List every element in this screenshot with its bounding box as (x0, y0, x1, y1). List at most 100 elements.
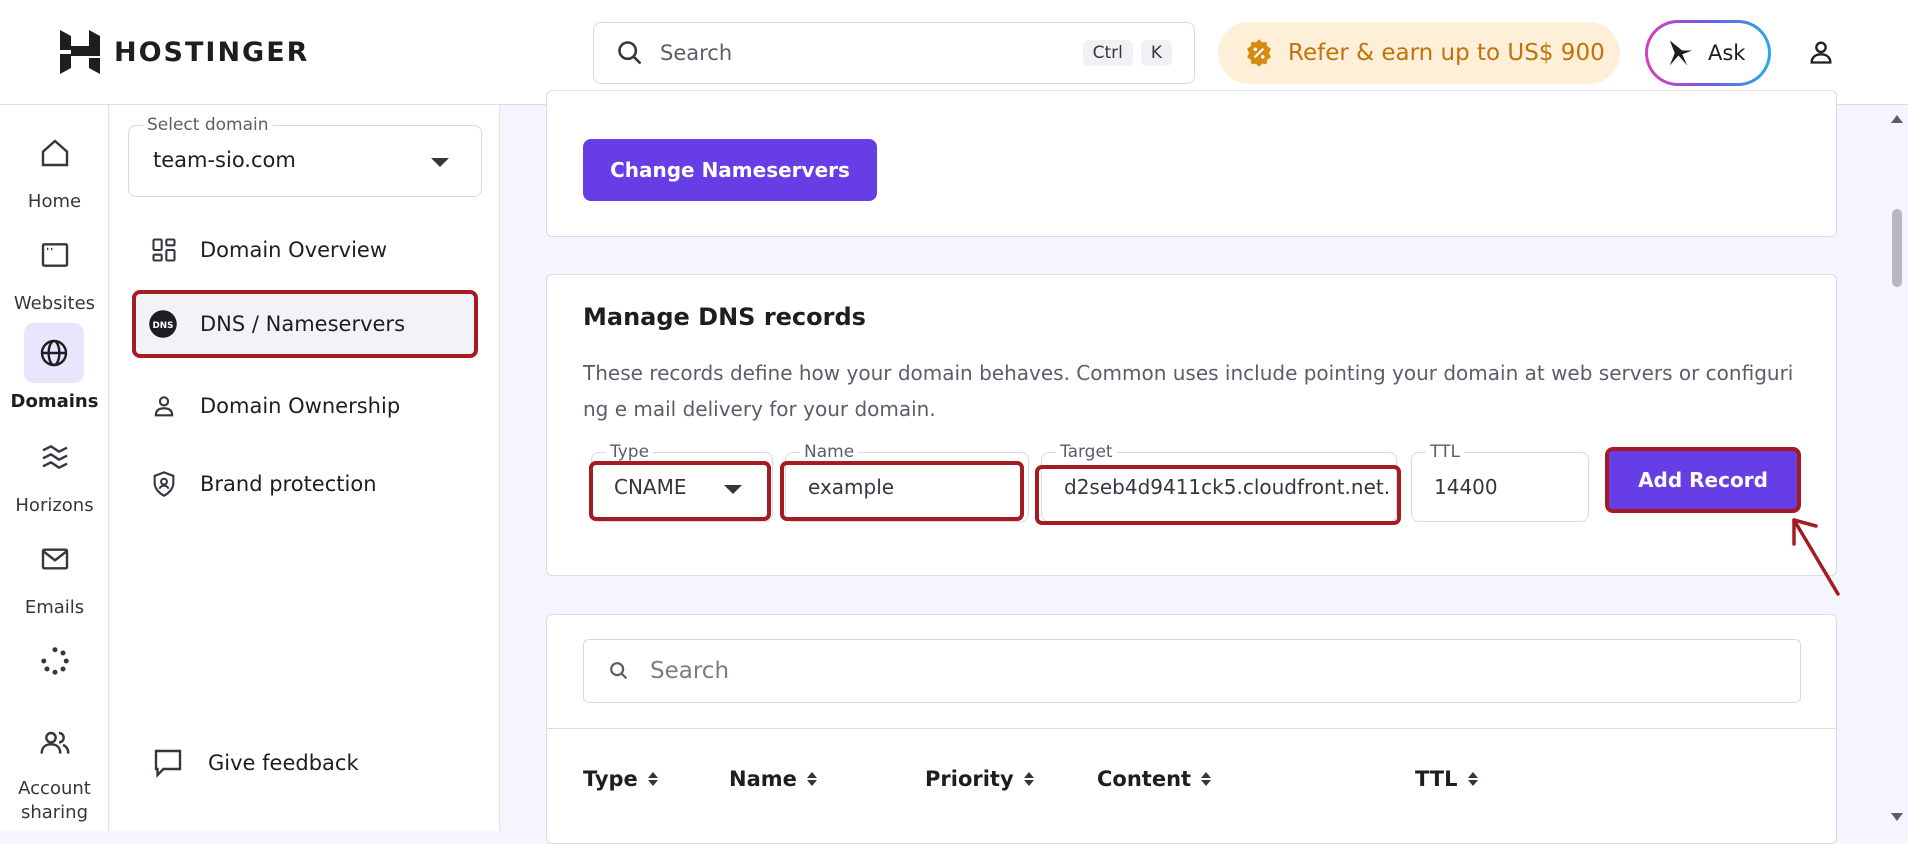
rail-item-websites[interactable]: Websites (0, 225, 109, 314)
column-header-priority[interactable]: Priority (925, 767, 1034, 791)
shield-icon (153, 471, 175, 497)
rail-label: Domains (10, 391, 99, 412)
change-nameservers-button[interactable]: Change Nameservers (583, 139, 877, 201)
sort-icon (806, 772, 817, 786)
nav-item-brand-protection[interactable]: Brand protection (134, 456, 484, 512)
name-field-label: Name (800, 442, 859, 462)
shortcut-k-key: K (1140, 40, 1172, 66)
refer-earn-button[interactable]: Refer & earn up to US$ 900 (1218, 22, 1620, 84)
global-search-input[interactable]: Search Ctrl K (593, 22, 1195, 84)
highlight-target (1035, 465, 1401, 525)
globe-icon (40, 339, 68, 367)
rail-label: Websites (13, 293, 96, 314)
horizons-icon-wrap (25, 427, 85, 487)
main-nav-rail: Home Websites Domains Horizons Emails Ac… (0, 105, 109, 831)
search-icon (610, 662, 628, 680)
nav-item-dns-nameservers[interactable]: DNS DNS / Nameservers (132, 290, 478, 358)
user-account-icon[interactable] (1807, 38, 1835, 66)
column-header-content[interactable]: Content (1097, 767, 1212, 791)
mail-icon (41, 548, 68, 570)
record-ttl-input[interactable]: TTL 14400 (1411, 442, 1589, 522)
column-header-name[interactable]: Name (729, 767, 817, 791)
search-placeholder: Search (660, 41, 733, 65)
add-record-button[interactable]: Add Record (1605, 447, 1801, 513)
column-label: Name (729, 767, 797, 791)
rail-label: Horizons (15, 495, 94, 516)
selected-domain: team-sio.com (153, 148, 296, 172)
records-search-placeholder: Search (650, 658, 730, 684)
column-label: TTL (1415, 767, 1458, 791)
rail-item-loading[interactable] (0, 631, 109, 699)
scroll-down-icon[interactable] (1891, 813, 1903, 821)
users-icon (39, 731, 70, 754)
home-icon-wrap (25, 123, 85, 183)
domain-side-nav: Select domain team-sio.com Domain Overvi… (110, 105, 500, 831)
target-field-label: Target (1056, 442, 1117, 462)
spinner-icon (40, 647, 69, 675)
sort-icon (1023, 772, 1034, 786)
records-search-input[interactable]: Search (583, 639, 1801, 703)
nav-item-domain-ownership[interactable]: Domain Ownership (134, 378, 484, 434)
badge-percent-icon (1247, 39, 1271, 67)
manage-dns-description: These records define how your domain beh… (583, 361, 1794, 421)
give-feedback-button[interactable]: Give feedback (150, 745, 359, 781)
page-scrollbar[interactable] (1886, 105, 1908, 831)
scroll-up-icon[interactable] (1891, 115, 1903, 123)
nav-label: Domain Overview (200, 238, 388, 262)
add-record-label: Add Record (1638, 468, 1768, 492)
nav-label: Brand protection (200, 472, 377, 496)
users-icon-wrap (25, 713, 85, 773)
column-label: Priority (925, 767, 1014, 791)
select-domain-dropdown[interactable]: Select domain team-sio.com (128, 115, 482, 197)
browser-icon (41, 243, 68, 267)
sparkle-icon (1669, 40, 1693, 66)
table-divider (547, 728, 1836, 729)
rail-item-domains[interactable]: Domains (0, 323, 109, 412)
horizons-icon (41, 444, 68, 470)
home-icon (41, 139, 68, 167)
rail-item-account-sharing[interactable]: Account sharing (0, 713, 109, 825)
refer-label: Refer & earn up to US$ 900 (1288, 40, 1605, 66)
dashboard-icon (152, 238, 176, 262)
dns-icon: DNS (149, 310, 177, 338)
feedback-label: Give feedback (208, 751, 359, 775)
column-header-ttl[interactable]: TTL (1415, 767, 1478, 791)
sort-icon (647, 772, 658, 786)
ttl-field-value: 14400 (1434, 475, 1498, 499)
nameservers-card: Change Nameservers (546, 90, 1837, 237)
globe-icon-wrap (24, 323, 84, 383)
ask-ai-button[interactable]: Ask (1645, 20, 1771, 86)
spinner-icon-wrap (25, 631, 85, 691)
ask-label: Ask (1708, 41, 1746, 65)
chat-bubble-icon (154, 749, 182, 778)
browser-icon-wrap (25, 225, 85, 285)
column-label: Type (583, 767, 638, 791)
scrollbar-thumb[interactable] (1892, 209, 1902, 287)
nav-label: DNS / Nameservers (200, 312, 406, 336)
person-icon (154, 396, 174, 417)
rail-item-home[interactable]: Home (0, 123, 109, 212)
rail-label: Account sharing (18, 778, 91, 823)
select-domain-label: Select domain (143, 115, 273, 135)
sort-icon (1201, 772, 1212, 786)
nav-item-domain-overview[interactable]: Domain Overview (134, 222, 484, 278)
ttl-field-label: TTL (1426, 442, 1464, 462)
column-header-type[interactable]: Type (583, 767, 658, 791)
rail-label: Home (27, 191, 82, 212)
dns-records-table-card: Search Type Name Priority Content TTL (546, 614, 1837, 844)
highlight-name (780, 461, 1024, 521)
svg-text:DNS: DNS (153, 321, 174, 331)
manage-dns-card: Manage DNS records These records define … (546, 274, 1837, 576)
highlight-type (589, 461, 771, 521)
rail-item-horizons[interactable]: Horizons (0, 427, 109, 516)
mail-icon-wrap (25, 529, 85, 589)
sort-icon (1467, 772, 1478, 786)
rail-item-emails[interactable]: Emails (0, 529, 109, 618)
annotation-arrow-icon (1792, 518, 1840, 596)
nav-label: Domain Ownership (200, 394, 401, 418)
brand-name: HOSTINGER (114, 36, 310, 68)
shortcut-ctrl-key: Ctrl (1082, 40, 1133, 66)
change-nameservers-label: Change Nameservers (610, 158, 850, 182)
brand-logo[interactable]: HOSTINGER (60, 30, 309, 74)
search-icon (618, 41, 642, 65)
